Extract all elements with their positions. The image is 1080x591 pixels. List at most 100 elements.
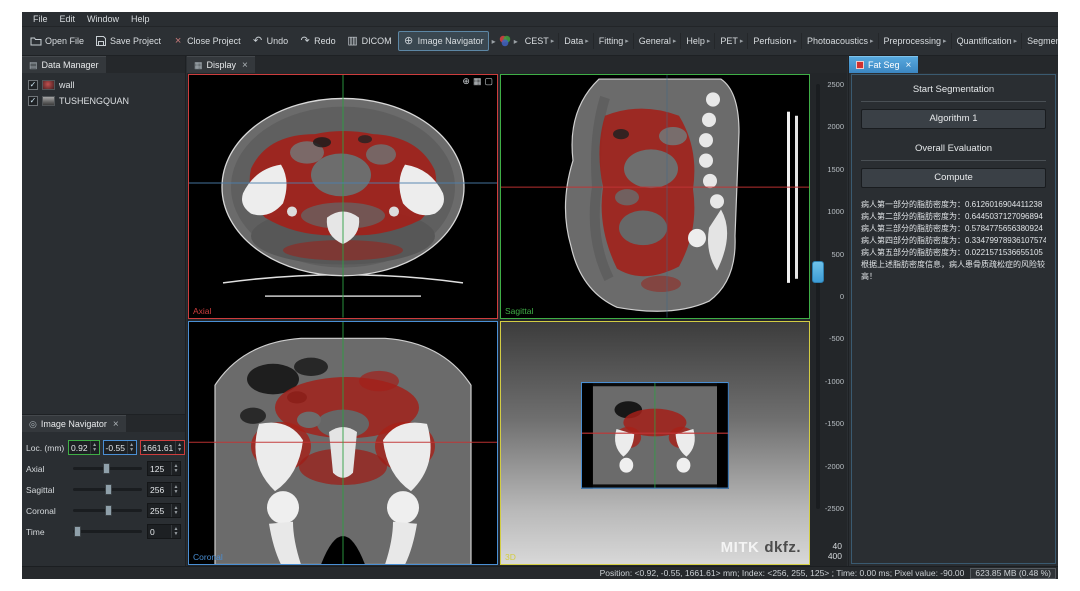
loc-z-spinbox[interactable]: 1661.61 ▲▼	[140, 440, 185, 455]
coronal-spinbox[interactable]: 255 ▲▼	[147, 503, 181, 518]
redo-button[interactable]: ↷ Redo	[294, 31, 341, 51]
window-value: 400	[828, 551, 842, 561]
toolbar-menu-preprocessing[interactable]: Preprocessing▸	[880, 33, 952, 49]
algorithm-1-button[interactable]: Algorithm 1	[861, 109, 1046, 129]
toolbar-menu-data[interactable]: Data▸	[560, 33, 594, 49]
chevron-right-icon: ▸	[551, 37, 555, 45]
view-label: 3D	[505, 552, 516, 562]
fat-seg-tabbar: Fat Seg ×	[849, 56, 1058, 73]
checkbox[interactable]: ✓	[28, 96, 38, 106]
toolbar-overflow-chevron[interactable]: ▸	[490, 37, 498, 46]
level-scale: 2500 2000 1500 1000 500 0 -500 -1000 -15…	[825, 80, 844, 513]
axial-view[interactable]: ⊕ ▦ ▢ Axial	[188, 74, 498, 319]
toolbar-menu-pet[interactable]: PET▸	[716, 33, 748, 49]
chevron-right-icon: ▸	[740, 37, 744, 45]
view-label: Axial	[193, 306, 211, 316]
axial-ct-image	[189, 75, 497, 318]
tree-item-wall[interactable]: ✓ wall	[24, 77, 183, 93]
toolbar-menu-help[interactable]: Help▸	[682, 33, 715, 49]
view-label: Coronal	[193, 552, 223, 562]
level-slider-track[interactable]	[816, 84, 820, 509]
fullscreen-icon[interactable]: ▢	[484, 77, 493, 86]
close-icon[interactable]: ×	[906, 60, 912, 71]
spinner-arrows-icon[interactable]: ▲▼	[171, 525, 180, 538]
coronal-view[interactable]: Coronal	[188, 321, 498, 566]
item-thumbnail	[42, 96, 55, 106]
watermark: MITKdkfz.	[721, 539, 801, 556]
checkbox[interactable]: ✓	[28, 80, 38, 90]
sagittal-slider[interactable]	[73, 483, 142, 496]
chevron-right-icon: ▸	[1014, 37, 1018, 45]
spinner-arrows-icon[interactable]: ▲▼	[90, 441, 99, 454]
result-line: 病人第五部分的脂肪密度为：0.0221571536655105	[861, 247, 1046, 259]
open-file-button[interactable]: Open File	[25, 31, 89, 51]
slider-handle[interactable]	[103, 463, 110, 474]
views-pinwheel-icon[interactable]	[499, 35, 511, 47]
view-label: Sagittal	[505, 306, 533, 316]
dicom-button[interactable]: ▥ DICOM	[342, 31, 397, 51]
layout-icon[interactable]: ▦	[473, 77, 482, 86]
toolbar-menu-photoacoustics[interactable]: Photoacoustics▸	[803, 33, 879, 49]
save-icon	[95, 35, 107, 47]
folder-icon	[30, 35, 42, 47]
close-icon[interactable]: ×	[242, 60, 248, 71]
toolbar-menu-fitting[interactable]: Fitting▸	[595, 33, 634, 49]
slider-track[interactable]	[73, 530, 142, 533]
slider-handle[interactable]	[105, 505, 112, 516]
tab-display[interactable]: ▦ Display ×	[187, 56, 255, 73]
menubar: File Edit Window Help	[22, 12, 1058, 27]
sagittal-view[interactable]: Sagittal	[500, 74, 810, 319]
tab-data-manager[interactable]: ▤ Data Manager	[22, 56, 106, 73]
compute-button[interactable]: Compute	[861, 168, 1046, 188]
close-icon[interactable]: ×	[113, 419, 119, 430]
loc-y-spinbox[interactable]: -0.55 ▲▼	[103, 440, 137, 455]
toolbar-menu-perfusion[interactable]: Perfusion▸	[749, 33, 802, 49]
navigator-icon: ◎	[29, 419, 37, 430]
time-slider[interactable]	[73, 525, 142, 538]
chevron-right-icon: ▸	[673, 37, 677, 45]
spinner-arrows-icon[interactable]: ▲▼	[175, 441, 184, 454]
axial-spinbox[interactable]: 125 ▲▼	[147, 461, 181, 476]
toolbar-menu-quantification[interactable]: Quantification▸	[953, 33, 1023, 49]
redo-icon: ↷	[299, 35, 311, 47]
data-tree: ✓ wall ✓ TUSHENGQUAN	[22, 73, 185, 113]
sagittal-spinbox[interactable]: 256 ▲▼	[147, 482, 181, 497]
undo-button[interactable]: ↶ Undo	[247, 31, 294, 51]
coronal-slider[interactable]	[73, 504, 142, 517]
spinner-arrows-icon[interactable]: ▲▼	[171, 483, 180, 496]
menu-edit[interactable]: Edit	[54, 14, 82, 24]
chevron-right-icon: ▸	[625, 37, 629, 45]
result-line: 病人第四部分的脂肪密度为：0.33479978936107574	[861, 235, 1046, 247]
level-slider-handle[interactable]	[812, 261, 824, 283]
menu-window[interactable]: Window	[81, 14, 125, 24]
position-status: Position: <0.92, -0.55, 1661.61> mm; Ind…	[600, 568, 965, 578]
save-project-button[interactable]: Save Project	[90, 31, 166, 51]
spinner-arrows-icon[interactable]: ▲▼	[171, 504, 180, 517]
toolbar-menu-general[interactable]: General▸	[635, 33, 682, 49]
3d-view[interactable]: MITKdkfz. 3D	[500, 321, 810, 566]
toolbar-menu-cest[interactable]: CEST▸	[521, 33, 560, 49]
crosshair-toggle-icon[interactable]: ⊕	[462, 77, 470, 86]
tab-image-navigator[interactable]: ◎ Image Navigator ×	[22, 415, 126, 432]
close-project-button[interactable]: × Close Project	[167, 31, 246, 51]
time-slider-row: Time 0 ▲▼	[26, 521, 181, 542]
sagittal-slider-row: Sagittal 256 ▲▼	[26, 479, 181, 500]
data-manager-tabbar: ▤ Data Manager	[22, 56, 185, 73]
image-navigator-button[interactable]: ⊕ Image Navigator	[398, 31, 489, 51]
undo-icon: ↶	[252, 35, 264, 47]
loc-x-spinbox[interactable]: 0.92 ▲▼	[68, 440, 100, 455]
toolbar-menu-segmentation[interactable]: Segmentation▸	[1023, 33, 1058, 49]
tab-fat-seg[interactable]: Fat Seg ×	[849, 56, 918, 73]
views-chevron[interactable]: ▸	[512, 37, 520, 46]
segmentation-icon	[856, 61, 864, 69]
dkfz-logo: dkfz.	[764, 539, 801, 556]
axial-slider[interactable]	[73, 462, 142, 475]
tree-item-tushengquan[interactable]: ✓ TUSHENGQUAN	[24, 93, 183, 109]
slider-handle[interactable]	[105, 484, 112, 495]
time-spinbox[interactable]: 0 ▲▼	[147, 524, 181, 539]
spinner-arrows-icon[interactable]: ▲▼	[171, 462, 180, 475]
spinner-arrows-icon[interactable]: ▲▼	[127, 441, 136, 454]
menu-file[interactable]: File	[27, 14, 54, 24]
menu-help[interactable]: Help	[125, 14, 156, 24]
slider-handle[interactable]	[74, 526, 81, 537]
